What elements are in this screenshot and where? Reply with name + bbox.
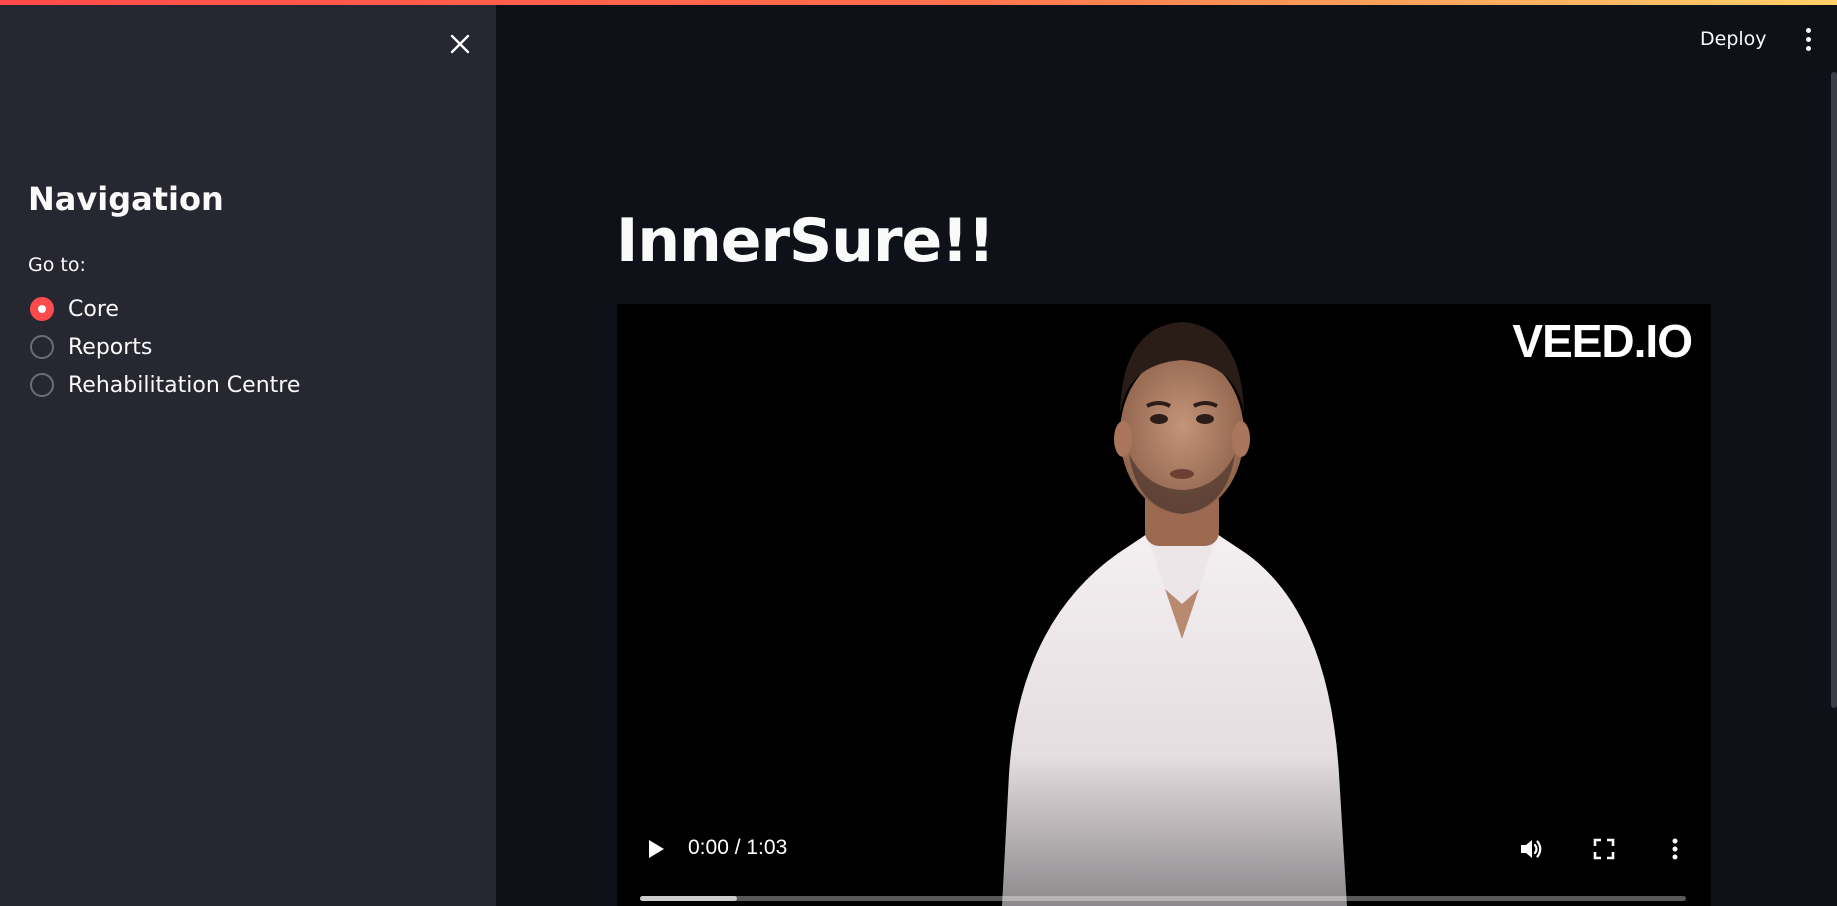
fullscreen-icon <box>1593 838 1615 860</box>
video-player[interactable]: VEED.IO 0:00 / 1:03 <box>617 304 1711 906</box>
page-title: InnerSure!! <box>616 206 995 276</box>
video-watermark: VEED.IO <box>1512 315 1693 367</box>
video-buffered-range <box>640 896 738 901</box>
radio-option-rehabilitation-centre[interactable]: Rehabilitation Centre <box>30 366 300 404</box>
page-scrollbar[interactable] <box>1831 72 1837 708</box>
video-time: 0:00 / 1:03 <box>688 836 788 859</box>
close-icon <box>450 34 470 54</box>
play-button[interactable] <box>641 834 671 864</box>
radio-option-label: Rehabilitation Centre <box>68 372 301 398</box>
fullscreen-button[interactable] <box>1587 832 1621 866</box>
mute-button[interactable] <box>1515 832 1549 866</box>
sidebar: Navigation Go to: Core Reports Rehabilit… <box>0 0 496 906</box>
kebab-menu-icon-dot <box>1805 45 1811 51</box>
app-top-decoration <box>0 0 1837 5</box>
more-vertical-icon <box>1672 838 1678 860</box>
kebab-menu-icon <box>1805 27 1811 33</box>
navigation-radio-group: Core Reports Rehabilitation Centre <box>30 290 300 404</box>
play-icon <box>649 840 664 858</box>
kebab-menu-icon-dot <box>1805 36 1811 42</box>
radio-unchecked-icon[interactable] <box>30 335 54 359</box>
video-options-button[interactable] <box>1658 832 1692 866</box>
volume-icon <box>1521 840 1542 858</box>
deploy-button[interactable]: Deploy <box>1690 22 1777 56</box>
video-controls: 0:00 / 1:03 <box>617 816 1711 906</box>
sidebar-title: Navigation <box>28 180 224 218</box>
radio-option-label: Reports <box>68 334 153 360</box>
radio-option-label: Core <box>68 296 119 322</box>
close-sidebar-button[interactable] <box>442 26 478 62</box>
radio-option-core[interactable]: Core <box>30 290 300 328</box>
radio-checked-icon[interactable] <box>30 297 54 321</box>
radio-group-label: Go to: <box>28 254 86 276</box>
main-menu-button[interactable] <box>1798 22 1818 56</box>
video-progress-bar[interactable] <box>640 896 1686 901</box>
radio-unchecked-icon[interactable] <box>30 373 54 397</box>
radio-option-reports[interactable]: Reports <box>30 328 300 366</box>
